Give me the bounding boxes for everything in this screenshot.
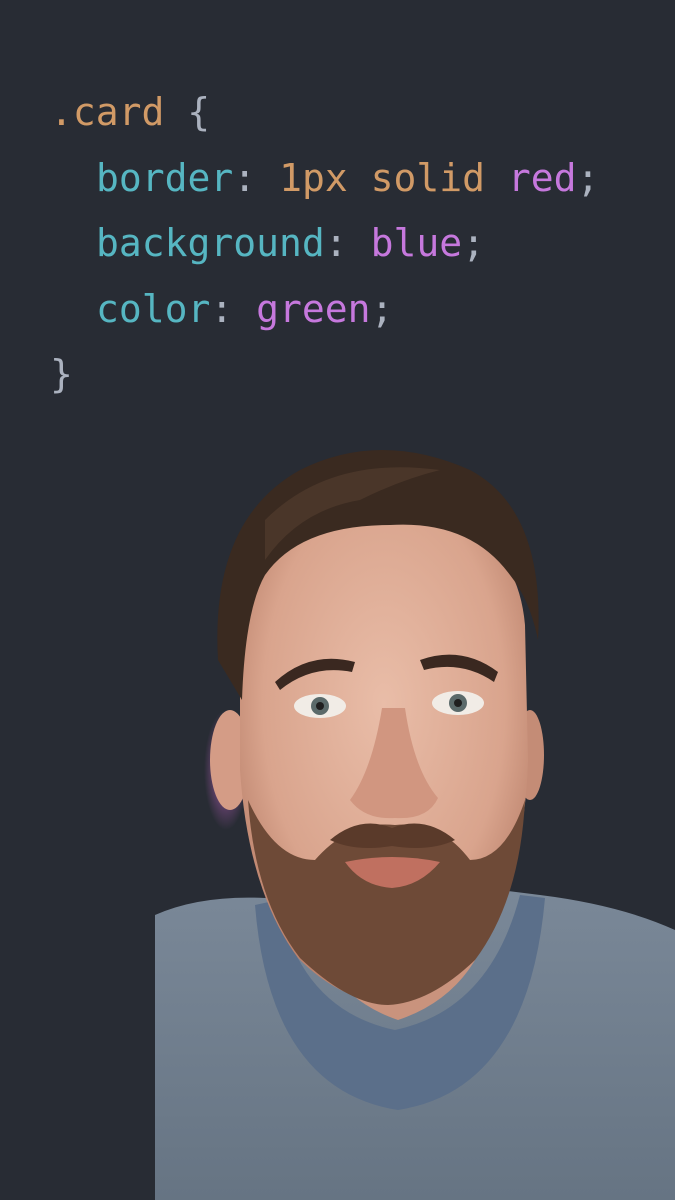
presenter-webcam-cutout-icon	[155, 450, 675, 1200]
video-frame: .card {border: 1px solid red; background:…	[0, 0, 675, 1200]
